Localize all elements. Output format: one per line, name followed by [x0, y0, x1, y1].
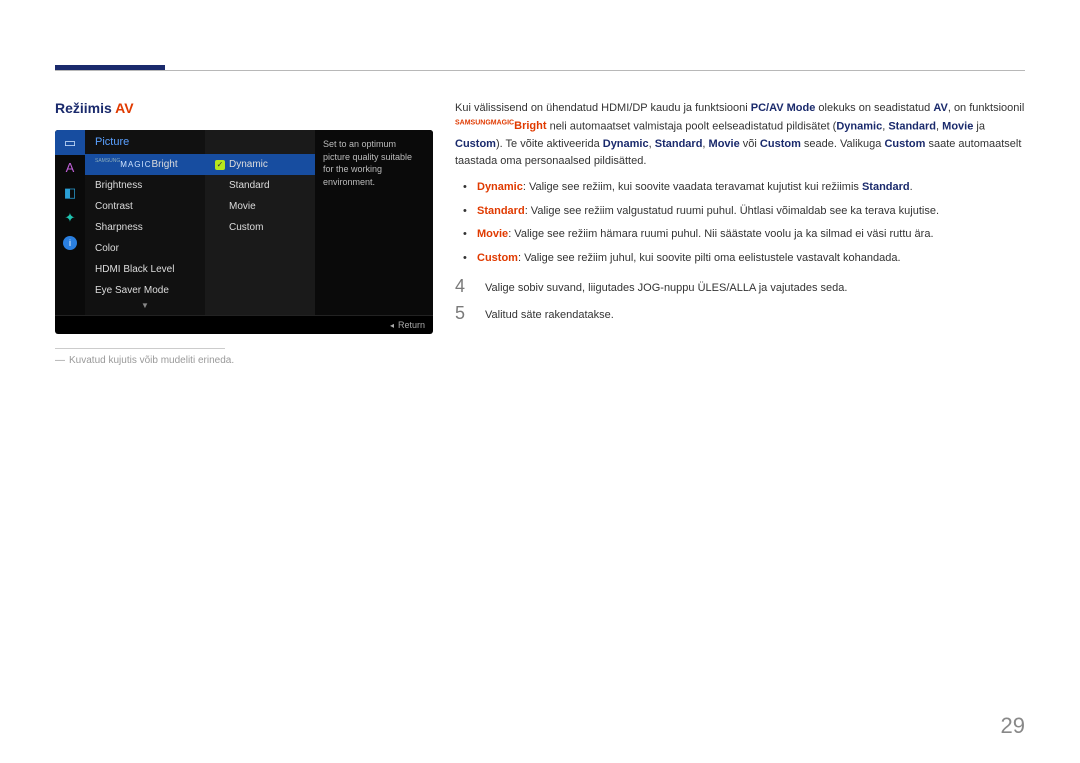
- osd-options-spacer: [205, 130, 315, 154]
- osd-item-sharpness: Sharpness: [85, 217, 205, 238]
- check-icon: ✓: [215, 160, 225, 170]
- step-5: 5 Valitud säte rakendatakse.: [455, 304, 1025, 325]
- osd-item-magicbright: SAMSUNGMAGICBright: [85, 154, 205, 175]
- page-number: 29: [1001, 713, 1025, 739]
- av-label: AV: [933, 102, 947, 114]
- pcav-mode-label: PC/AV Mode: [751, 102, 816, 114]
- magic-sup: SAMSUNG: [95, 158, 120, 164]
- bullet-dynamic: Dynamic: Valige see režiim, kui soovite …: [477, 179, 1025, 197]
- osd-item-brightness: Brightness: [85, 175, 205, 196]
- feature-list: Dynamic: Valige see režiim, kui soovite …: [455, 179, 1025, 267]
- osd-help-text: Set to an optimum picture quality suitab…: [315, 130, 433, 315]
- step-text: Valige sobiv suvand, liigutades JOG-nupp…: [485, 277, 1025, 298]
- option-label: Custom: [229, 222, 263, 233]
- step-number: 5: [455, 304, 485, 325]
- osd-options: ✓ Dynamic Standard Movie Custom: [205, 130, 315, 315]
- osd-item-hdmi-black: HDMI Black Level: [85, 259, 205, 280]
- osd-menu-list: Picture SAMSUNGMAGICBright Brightness Co…: [85, 130, 205, 315]
- step-number: 4: [455, 277, 485, 298]
- osd-item-contrast: Contrast: [85, 196, 205, 217]
- osd-body: ▭ Α ◧ ✦ i Picture SAMSUNGMAGICBright Bri…: [55, 130, 433, 315]
- heading-text: Režiimis: [55, 100, 115, 116]
- osd-item-color: Color: [85, 238, 205, 259]
- step-text: Valitud säte rakendatakse.: [485, 304, 1025, 325]
- osd-return-row: ◂ Return: [55, 315, 433, 334]
- osd-icon-rail: ▭ Α ◧ ✦ i: [55, 130, 85, 315]
- osd-option-custom: Custom: [205, 217, 315, 238]
- steps: 4 Valige sobiv suvand, liigutades JOG-nu…: [455, 277, 1025, 324]
- content-columns: Režiimis AV ▭ Α ◧ ✦ i Picture SAMSUNGMAG…: [55, 100, 1025, 366]
- osd-option-dynamic: ✓ Dynamic: [205, 154, 315, 175]
- footnote-dash: ―: [55, 355, 65, 366]
- right-column: Kui välissisend on ühendatud HDMI/DP kau…: [435, 100, 1025, 366]
- bullet-standard: Standard: Valige see režiim valgustatud …: [477, 203, 1025, 221]
- heading-suffix: AV: [115, 100, 133, 116]
- option-label: Dynamic: [229, 159, 268, 170]
- bullet-movie: Movie: Valige see režiim hämara ruumi pu…: [477, 226, 1025, 244]
- option-label: Standard: [229, 180, 270, 191]
- osd-screenshot: ▭ Α ◧ ✦ i Picture SAMSUNGMAGICBright Bri…: [55, 130, 433, 334]
- return-label: Return: [398, 320, 425, 330]
- osd-item-eye-saver: Eye Saver Mode: [85, 280, 205, 301]
- osd-option-movie: Movie: [205, 196, 315, 217]
- footnote-text: Kuvatud kujutis võib mudeliti erineda.: [69, 355, 234, 366]
- header-rule: [55, 70, 1025, 71]
- settings-icon: ✦: [55, 205, 85, 230]
- step-4: 4 Valige sobiv suvand, liigutades JOG-nu…: [455, 277, 1025, 298]
- left-column: Režiimis AV ▭ Α ◧ ✦ i Picture SAMSUNGMAG…: [55, 100, 435, 366]
- osd-section-title: Picture: [85, 130, 205, 154]
- pip-icon: ◧: [55, 180, 85, 205]
- manual-page: Režiimis AV ▭ Α ◧ ✦ i Picture SAMSUNGMAG…: [0, 0, 1080, 763]
- magic-text: MAGIC: [120, 160, 151, 169]
- footnote: ― Kuvatud kujutis võib mudeliti erineda.: [55, 355, 435, 366]
- osd-scroll-down-icon: ▼: [85, 301, 205, 315]
- picture-icon: ▭: [55, 130, 85, 155]
- return-icon: ◂: [390, 321, 394, 330]
- footnote-rule: [55, 348, 225, 349]
- osd-option-standard: Standard: [205, 175, 315, 196]
- section-heading: Režiimis AV: [55, 100, 435, 116]
- option-label: Movie: [229, 201, 256, 212]
- intro-paragraph: Kui välissisend on ühendatud HDMI/DP kau…: [455, 100, 1025, 171]
- bullet-custom: Custom: Valige see režiim juhul, kui soo…: [477, 250, 1025, 268]
- info-icon: i: [55, 230, 85, 255]
- magic-suffix: Bright: [152, 159, 178, 170]
- onscreen-icon: Α: [55, 155, 85, 180]
- magicbright-inline: SAMSUNGMAGICBright: [455, 120, 547, 132]
